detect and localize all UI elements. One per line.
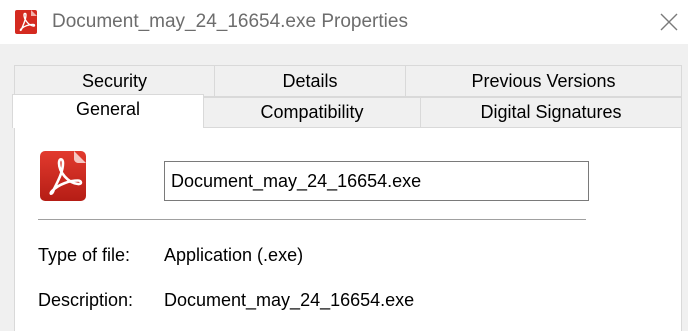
- close-button[interactable]: [652, 6, 686, 38]
- tab-digital-signatures[interactable]: Digital Signatures: [420, 97, 682, 128]
- tab-label: Security: [81, 70, 148, 91]
- title-bar: Document_may_24_16654.exe Properties: [0, 0, 688, 44]
- tab-previous-versions[interactable]: Previous Versions: [405, 65, 682, 97]
- tab-label: Previous Versions: [471, 70, 616, 91]
- tab-label: Digital Signatures: [480, 102, 622, 122]
- window-title: Document_may_24_16654.exe Properties: [52, 11, 408, 32]
- tab-label: Compatibility: [260, 102, 364, 122]
- tab-security[interactable]: Security: [14, 65, 215, 97]
- pdf-icon: [40, 151, 86, 201]
- pdf-icon: [15, 10, 37, 34]
- description-value: Document_may_24_16654.exe: [164, 290, 415, 310]
- tab-label: Details: [282, 70, 338, 91]
- type-of-file-label: Type of file:: [38, 245, 131, 265]
- close-icon: [660, 13, 678, 31]
- tab-label: General: [75, 99, 141, 119]
- divider: [38, 219, 586, 220]
- type-of-file-value: Application (.exe): [164, 245, 304, 265]
- tab-general[interactable]: General: [12, 94, 204, 128]
- tab-compatibility[interactable]: Compatibility: [203, 97, 421, 128]
- tab-details[interactable]: Details: [214, 65, 406, 97]
- file-name-field[interactable]: [164, 161, 589, 201]
- description-label: Description:: [38, 290, 134, 310]
- properties-window: Document_may_24_16654.exe Properties Sec…: [0, 0, 688, 331]
